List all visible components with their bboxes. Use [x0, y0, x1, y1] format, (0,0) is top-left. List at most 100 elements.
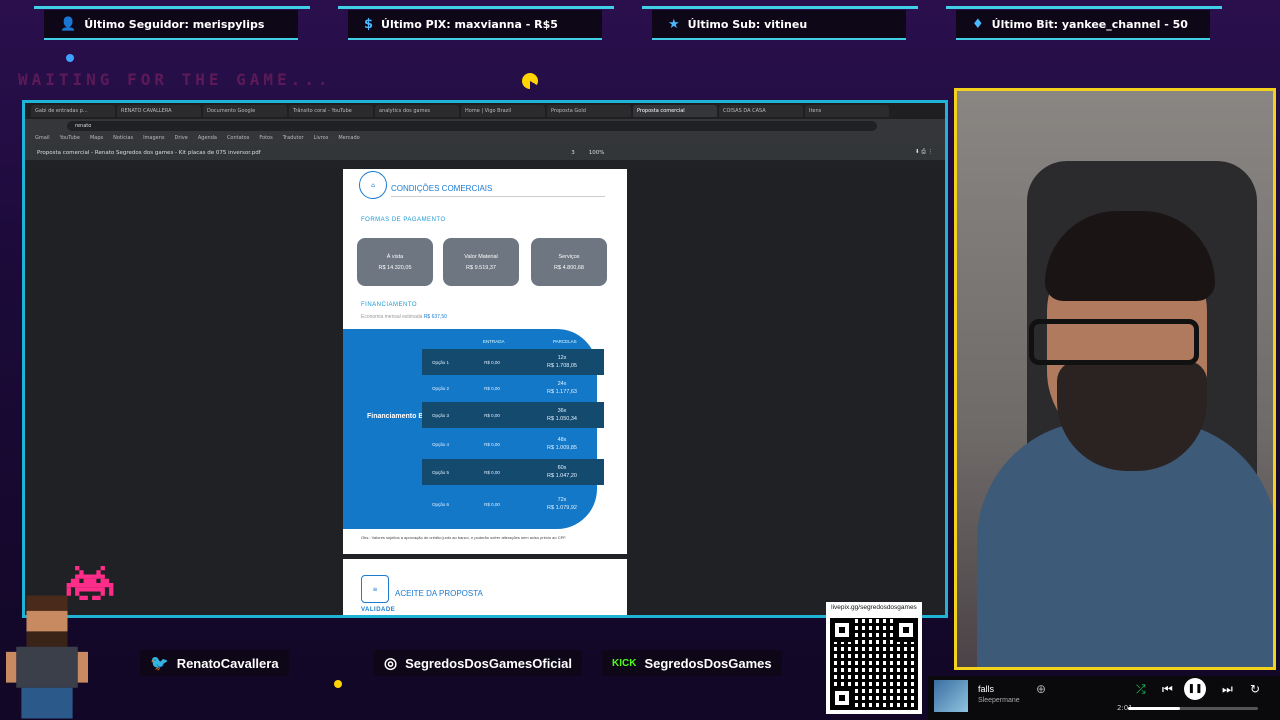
browser-tab[interactable]: COISAS DA CASA [719, 105, 803, 117]
bookmark-item[interactable]: Gmail [35, 135, 50, 143]
payment-value: R$ 14.320,05 [378, 264, 412, 271]
browser-tab[interactable]: RENATO CAVALLERA [117, 105, 201, 117]
browser-tab-active[interactable]: Proposta comercial [633, 105, 717, 117]
bookmark-item[interactable]: Agenda [198, 135, 217, 143]
term-value: 60x [557, 465, 567, 471]
last-sub-pill: ★ Último Sub: vitineu [652, 10, 906, 40]
zoom-level[interactable]: 100% [589, 150, 605, 156]
browser-tab[interactable]: analytics dos games [375, 105, 459, 117]
term-value: 24x [557, 381, 567, 387]
option-label: Opção 5 [432, 469, 450, 475]
url-input[interactable]: renato [67, 121, 877, 131]
page-number-input[interactable]: 3 [571, 150, 575, 156]
column-header-parcelas: PARCELAS [553, 339, 577, 344]
last-follower-text: Último Seguidor: merispylips [84, 17, 265, 31]
payment-value: R$ 4.800,68 [554, 264, 584, 271]
last-bit-text: Último Bit: yankee_channel - 50 [991, 17, 1188, 31]
payment-label: Valor Material [464, 253, 498, 260]
progress-bar[interactable] [1128, 707, 1258, 710]
option-label: Opção 2 [432, 385, 450, 391]
table-row: Opção 3 R$ 0,00 36x R$ 1.050,34 [422, 402, 604, 428]
shuffle-icon[interactable]: ⤮ [1136, 682, 1146, 697]
bookmark-item[interactable]: Tradutor [283, 135, 304, 143]
dollar-icon: $ [364, 16, 374, 32]
bookmark-item[interactable]: Notícias [113, 135, 133, 143]
add-icon[interactable]: ⊕ [1036, 682, 1046, 696]
option-label: Opção 6 [432, 501, 450, 507]
progress-fill [1128, 707, 1180, 710]
gem-icon: ♦ [972, 16, 984, 32]
term-value: 36x [557, 408, 567, 414]
parcela-cell: 36x R$ 1.050,34 [520, 407, 604, 423]
entrada-value: R$ 0,00 [484, 359, 500, 365]
browser-tab[interactable]: Home | Vigo Brazil [461, 105, 545, 117]
browser-tabs: Gabi de entradas p... RENATO CAVALLERA D… [25, 103, 945, 119]
browser-tab[interactable]: Proposta Gold [547, 105, 631, 117]
browser-tab[interactable]: Documento Google [203, 105, 287, 117]
payment-option-cash: À vista R$ 14.320,05 [357, 238, 433, 286]
streamer-glasses [1029, 319, 1199, 365]
last-bit-pill: ♦ Último Bit: yankee_channel - 50 [956, 10, 1210, 40]
pdf-toolbar: Proposta comercial - Renato Segredos dos… [25, 145, 945, 161]
pdf-viewer: ⌂ CONDIÇÕES COMERCIAIS FORMAS DE PAGAMEN… [25, 161, 945, 615]
table-row: Opção 6 R$ 0,00 72x R$ 1.079,92 [422, 491, 604, 517]
screen-capture: Gabi de entradas p... RENATO CAVALLERA D… [22, 100, 948, 618]
financing-label: Financiamento BV [367, 413, 429, 420]
last-follower-pill: 👤 Último Seguidor: merispylips [44, 10, 298, 40]
pause-button[interactable]: ❚❚ [1184, 678, 1206, 700]
browser-tab[interactable]: Gabi de entradas p... [31, 105, 115, 117]
bookmark-item[interactable]: YouTube [60, 135, 80, 143]
section-title: ACEITE DA PROPOSTA [395, 589, 483, 598]
previous-icon[interactable]: ⏮ [1162, 682, 1173, 697]
validity-heading: VALIDADE [361, 607, 396, 613]
footnote: Obs.: Valores sujeitos a aprovação de cr… [361, 535, 567, 540]
bookmark-item[interactable]: Maps [90, 135, 103, 143]
bookmark-item[interactable]: Fotos [259, 135, 272, 143]
webcam-frame [954, 88, 1276, 670]
divider [391, 196, 605, 197]
entrada-value: R$ 0,00 [484, 385, 500, 391]
track-artist: Sleepermane [978, 697, 1020, 704]
financing-note: Economia mensal estimada R$ 637,50 [361, 314, 447, 320]
yellow-dot-icon [334, 680, 342, 688]
pdf-page: ⌂ CONDIÇÕES COMERCIAIS FORMAS DE PAGAMEN… [343, 169, 627, 554]
payment-label: Serviços [558, 253, 580, 260]
bookmarks-bar: Gmail YouTube Maps Notícias Imagens Driv… [25, 133, 945, 145]
bookmark-item[interactable]: Contatos [227, 135, 249, 143]
instagram-icon: ◎ [384, 655, 398, 672]
qr-code-icon [826, 614, 922, 714]
user-icon: 👤 [60, 16, 77, 32]
browser-tab[interactable]: Itens [805, 105, 889, 117]
bookmark-item[interactable]: Livros [314, 135, 329, 143]
bookmark-item[interactable]: Mercado [338, 135, 359, 143]
parcela-value: R$ 1.177,63 [547, 389, 577, 395]
parcela-cell: 48x R$ 1.009,85 [520, 436, 604, 452]
payment-label: À vista [386, 253, 404, 260]
parcela-cell: 12x R$ 1.708,05 [520, 354, 604, 370]
last-pix-pill: $ Último PIX: maxvianna - R$5 [348, 10, 602, 40]
kick-icon: KICK [612, 657, 637, 669]
financing-note-text: Economia mensal estimada [361, 314, 423, 320]
parcela-value: R$ 1.708,05 [547, 363, 577, 369]
bookmark-item[interactable]: Drive [175, 135, 188, 143]
payment-value: R$ 9.519,37 [466, 264, 496, 271]
term-value: 72x [557, 497, 567, 503]
parcela-value: R$ 1.050,34 [547, 416, 577, 422]
entrada-value: R$ 0,00 [484, 469, 500, 475]
music-player: falls Sleepermane ⊕ ⤮ ⏮ ❚❚ ⏭ ↻ 2:01 [928, 676, 1280, 720]
pdf-page: ≡ ACEITE DA PROPOSTA VALIDADE [343, 559, 627, 615]
document-icon: ≡ [361, 575, 389, 603]
waiting-banner: WAITING FOR THE GAME... [18, 70, 332, 89]
company-logo-icon: ⌂ [359, 171, 387, 199]
next-icon[interactable]: ⏭ [1222, 682, 1233, 697]
download-icon[interactable]: ⬇ ⎙ ⋮ [915, 149, 933, 156]
table-row: Opção 4 R$ 0,00 48x R$ 1.009,85 [422, 431, 604, 457]
payment-option-material: Valor Material R$ 9.519,37 [443, 238, 519, 286]
repeat-icon[interactable]: ↻ [1250, 682, 1260, 696]
section-title: CONDIÇÕES COMERCIAIS [391, 184, 493, 193]
browser-tab[interactable]: Trânsito coral - YouTube [289, 105, 373, 117]
last-sub-text: Último Sub: vitineu [687, 17, 808, 31]
bookmark-item[interactable]: Imagens [143, 135, 164, 143]
parcela-value: R$ 1.079,92 [547, 505, 577, 511]
top-deco-line [946, 6, 1222, 9]
